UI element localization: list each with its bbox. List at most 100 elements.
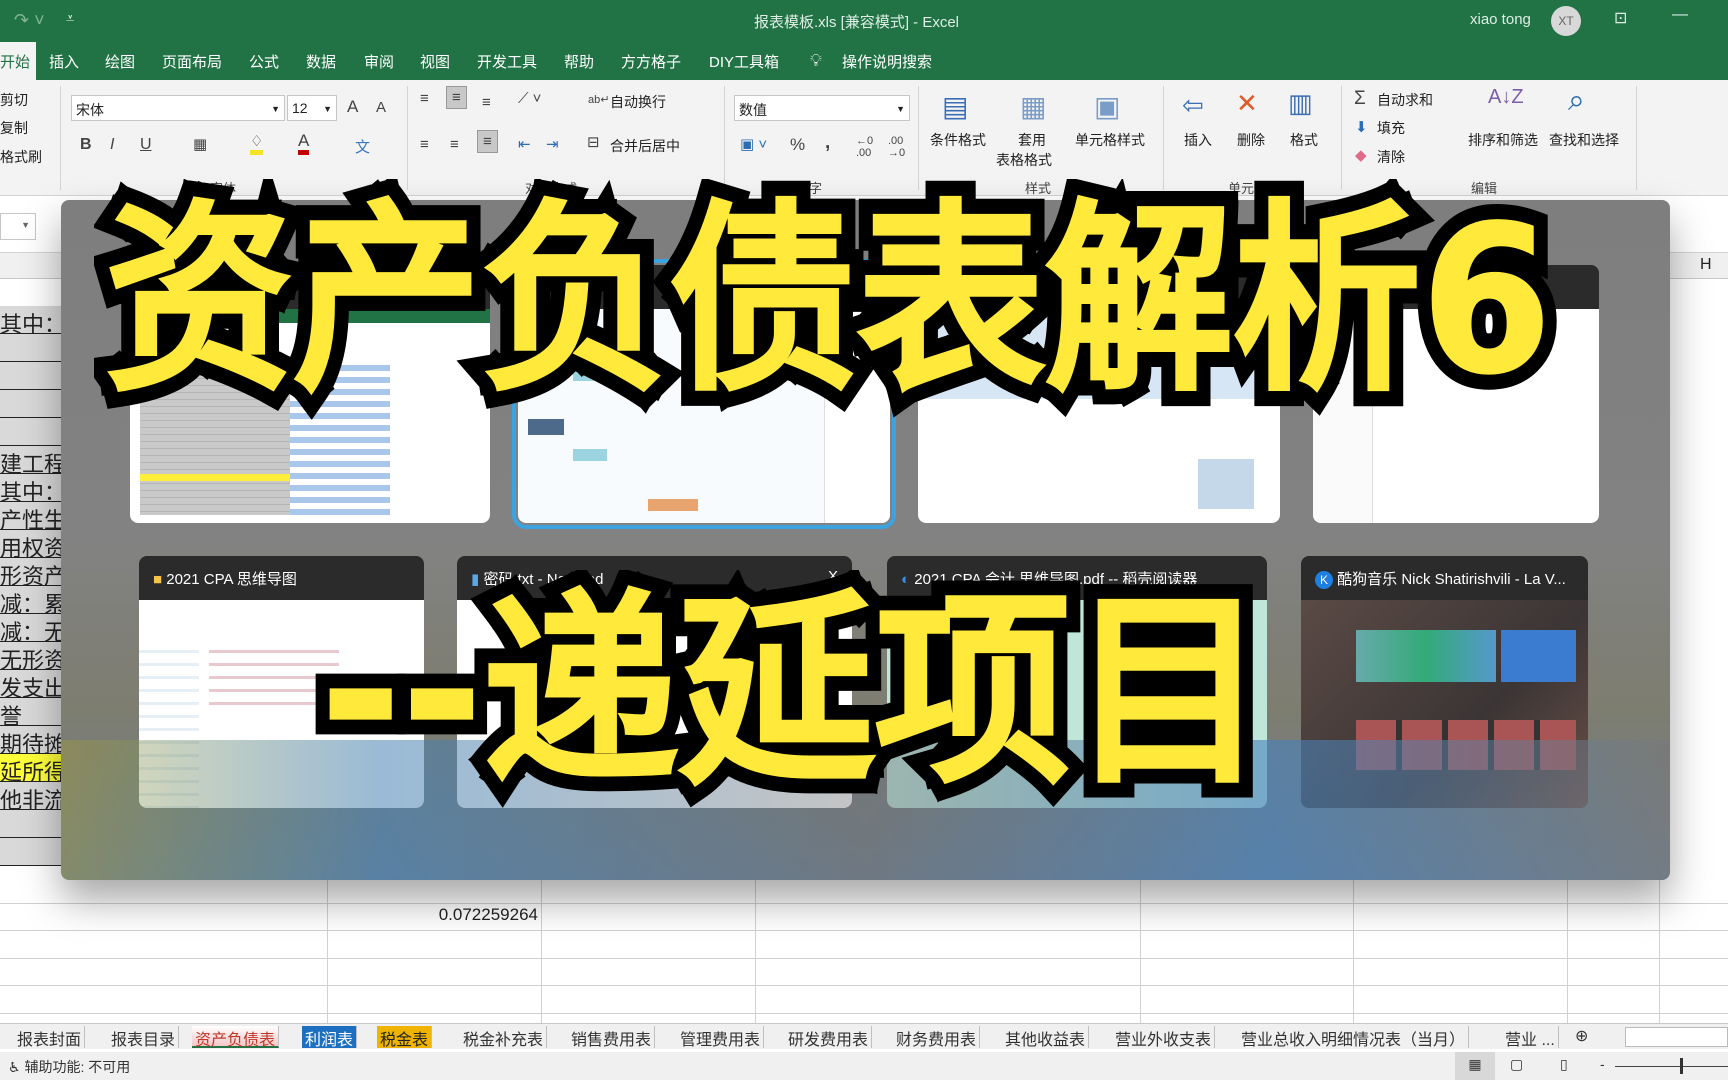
percent-button[interactable]: % [790, 135, 805, 155]
align-center-icon[interactable]: ≡ [450, 136, 459, 153]
sheet-tab[interactable]: 税金补充表 [460, 1026, 548, 1049]
sheet-tab[interactable]: 报表封面 [14, 1026, 86, 1049]
merge-center-button[interactable]: 合并后居中 [610, 136, 680, 156]
delete-cells-icon: ✕ [1236, 88, 1258, 118]
tab-draw[interactable]: 绘图 [105, 51, 135, 72]
tab-formulas[interactable]: 公式 [249, 51, 279, 72]
find-select-button[interactable]: 查找和选择 [1549, 130, 1619, 150]
redo-icon[interactable]: ↷ ˅ [14, 10, 45, 31]
window-thumbnail-kugou[interactable]: K 酷狗音乐 Nick Shatirishvili - La V... [1301, 556, 1588, 808]
accessibility-status[interactable]: ♿︎ 辅助功能: 不可用 [8, 1057, 130, 1077]
normal-view-icon[interactable]: ▦ [1455, 1052, 1495, 1080]
cut-button[interactable]: 剪切 [0, 90, 28, 110]
tab-help[interactable]: 帮助 [564, 51, 594, 72]
copy-button[interactable]: 复制 [0, 118, 28, 138]
tab-review[interactable]: 审阅 [364, 51, 394, 72]
add-sheet-icon[interactable]: ⊕ [1572, 1026, 1591, 1048]
user-name[interactable]: xiao tong [1470, 11, 1531, 28]
tab-diy-toolbox[interactable]: DIY工具箱 [709, 51, 779, 72]
horizontal-scrollbar[interactable] [1625, 1027, 1728, 1047]
sheet-tab[interactable]: 营业 ... [1502, 1026, 1559, 1049]
conditional-format-button[interactable]: 条件格式 [930, 130, 986, 150]
font-size-select[interactable]: 12 ▼ [287, 95, 337, 121]
fill-color-icon[interactable]: ♢ [250, 132, 264, 155]
accounting-format-icon[interactable]: ▣ ˅ [740, 135, 767, 153]
sheet-tab[interactable]: 报表目录 [108, 1026, 180, 1049]
align-top-icon[interactable]: ≡ [420, 90, 429, 107]
sheet-tab[interactable]: 营业外收支表 [1112, 1026, 1216, 1049]
tell-me-search[interactable]: 操作说明搜索 [842, 51, 932, 72]
format-table-icon: ▦ [1020, 91, 1047, 122]
sheet-tab[interactable]: 研发费用表 [785, 1026, 873, 1049]
format-table-button-l2[interactable]: 表格格式 [996, 150, 1052, 170]
avatar[interactable]: XT [1551, 6, 1581, 36]
align-bottom-icon[interactable]: ≡ [482, 94, 491, 111]
name-box[interactable]: ▼ [0, 213, 36, 240]
bold-button[interactable]: B [80, 136, 92, 154]
borders-icon[interactable]: ▦ [193, 135, 207, 153]
insert-cells-icon: ⇦ [1182, 90, 1204, 120]
tab-home[interactable]: 开始 [0, 42, 37, 80]
tab-data[interactable]: 数据 [306, 51, 336, 72]
sheet-tab[interactable]: 税金表 [377, 1026, 433, 1049]
format-painter-button[interactable]: 格式刷 [0, 147, 42, 167]
increase-indent-icon[interactable]: ⇥ [546, 135, 559, 153]
sheet-tab[interactable]: 其他收益表 [1002, 1026, 1090, 1049]
font-name-select[interactable]: 宋体 ▼ [71, 95, 285, 121]
align-middle-icon[interactable]: ≡ [446, 86, 467, 109]
comma-button[interactable]: , [825, 132, 830, 154]
fill-button[interactable]: 填充 [1377, 118, 1405, 138]
font-color-button[interactable]: A [298, 132, 310, 155]
ribbon-display-icon[interactable]: ⊡ [1614, 8, 1627, 28]
zoom-out-icon[interactable]: - [1600, 1056, 1605, 1072]
sheet-tab[interactable]: 销售费用表 [568, 1026, 656, 1049]
sheet-tab[interactable]: 管理费用表 [677, 1026, 765, 1049]
align-left-icon[interactable]: ≡ [420, 136, 429, 153]
sheet-tab[interactable]: 财务费用表 [893, 1026, 981, 1049]
window-title-bar: K 酷狗音乐 Nick Shatirishvili - La V... [1301, 556, 1588, 600]
customize-qat-icon[interactable]: ⩡ [66, 10, 74, 27]
conditional-format-icon: ▤ [942, 91, 969, 122]
decrease-indent-icon[interactable]: ⇤ [518, 135, 531, 153]
chevron-down-icon: ▼ [896, 104, 905, 114]
sheet-tab[interactable]: 营业总收入明细情况表（当月） [1238, 1026, 1470, 1049]
tab-insert[interactable]: 插入 [49, 51, 79, 72]
page-layout-view-icon[interactable]: ▢ [1510, 1056, 1523, 1073]
cell-value[interactable]: 0.072259264 [400, 905, 538, 925]
page-break-view-icon[interactable]: ▯ [1560, 1056, 1568, 1073]
delete-cells-button[interactable]: 删除 [1237, 130, 1265, 150]
find-icon: ⌕ [1568, 84, 1585, 117]
wrap-text-icon: ab↵ [588, 94, 610, 106]
cell-styles-button[interactable]: 单元格样式 [1075, 130, 1145, 150]
sheet-tab[interactable]: 资产负债表 [192, 1026, 280, 1049]
decrease-decimal-icon[interactable]: .00 →0 [888, 135, 905, 159]
format-table-button-l1[interactable]: 套用 [1018, 130, 1046, 150]
wrap-text-button[interactable]: 自动换行 [610, 92, 666, 112]
align-right-icon[interactable]: ≡ [477, 130, 498, 153]
italic-button[interactable]: I [110, 136, 114, 154]
clear-button[interactable]: 清除 [1377, 147, 1405, 167]
tab-developer[interactable]: 开发工具 [477, 51, 537, 72]
window-title: 2021 CPA 思维导图 [166, 571, 297, 588]
zoom-slider-thumb[interactable] [1680, 1058, 1683, 1074]
shrink-font-button[interactable]: A [376, 99, 386, 116]
orientation-icon[interactable]: ⟋ ˅ [518, 90, 541, 107]
zoom-slider[interactable] [1615, 1066, 1728, 1067]
number-format-select[interactable]: 数值 ▼ [734, 95, 910, 121]
sort-filter-button[interactable]: 排序和筛选 [1468, 130, 1538, 150]
format-cells-button[interactable]: 格式 [1290, 130, 1318, 150]
increase-decimal-icon[interactable]: ←0.00 [856, 135, 873, 159]
headline-line2: --递延项目 [319, 573, 1268, 813]
tab-view[interactable]: 视图 [420, 51, 450, 72]
tab-page-layout[interactable]: 页面布局 [162, 51, 222, 72]
insert-cells-button[interactable]: 插入 [1184, 130, 1212, 150]
grow-font-button[interactable]: A [347, 97, 358, 117]
minimize-icon[interactable]: — [1672, 6, 1688, 24]
tab-fangfang[interactable]: 方方格子 [621, 51, 681, 72]
underline-button[interactable]: U [140, 136, 152, 154]
phonetic-button[interactable]: 文 [355, 136, 370, 157]
cell-styles-icon: ▣ [1094, 91, 1121, 122]
column-header-h[interactable]: H [1700, 256, 1712, 274]
autosum-button[interactable]: 自动求和 [1377, 90, 1433, 110]
sheet-tab[interactable]: 利润表 [302, 1026, 358, 1049]
